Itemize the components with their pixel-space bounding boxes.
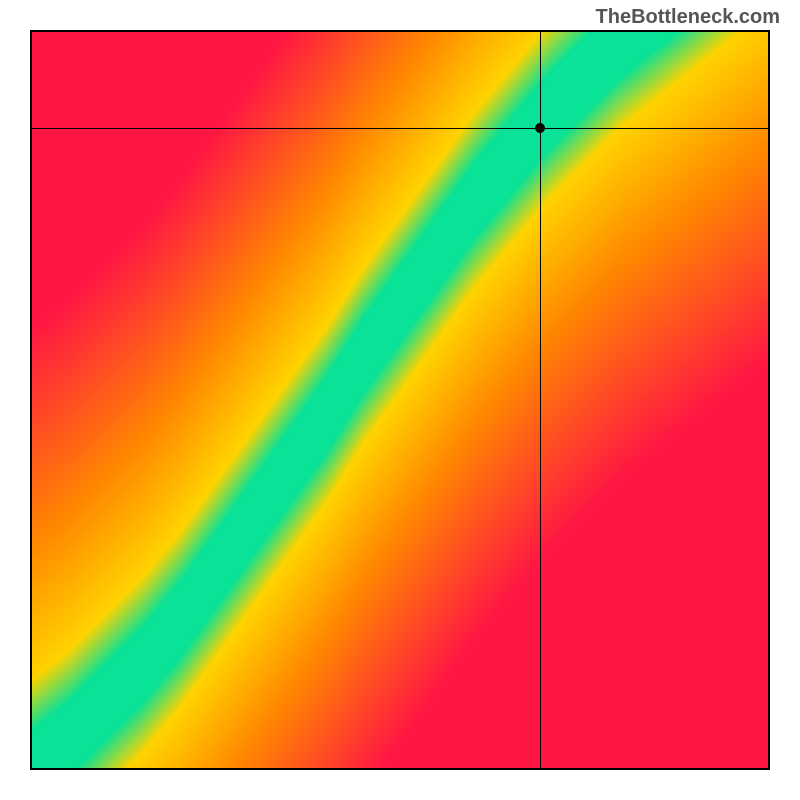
heatmap-canvas [32, 32, 768, 768]
heatmap-canvas-wrap [32, 32, 768, 768]
chart-container: TheBottleneck.com [0, 0, 800, 800]
watermark-text: TheBottleneck.com [596, 6, 780, 29]
plot-frame [30, 30, 770, 770]
crosshair-vertical [540, 32, 541, 768]
crosshair-horizontal [32, 128, 768, 129]
data-point-marker [535, 123, 545, 133]
